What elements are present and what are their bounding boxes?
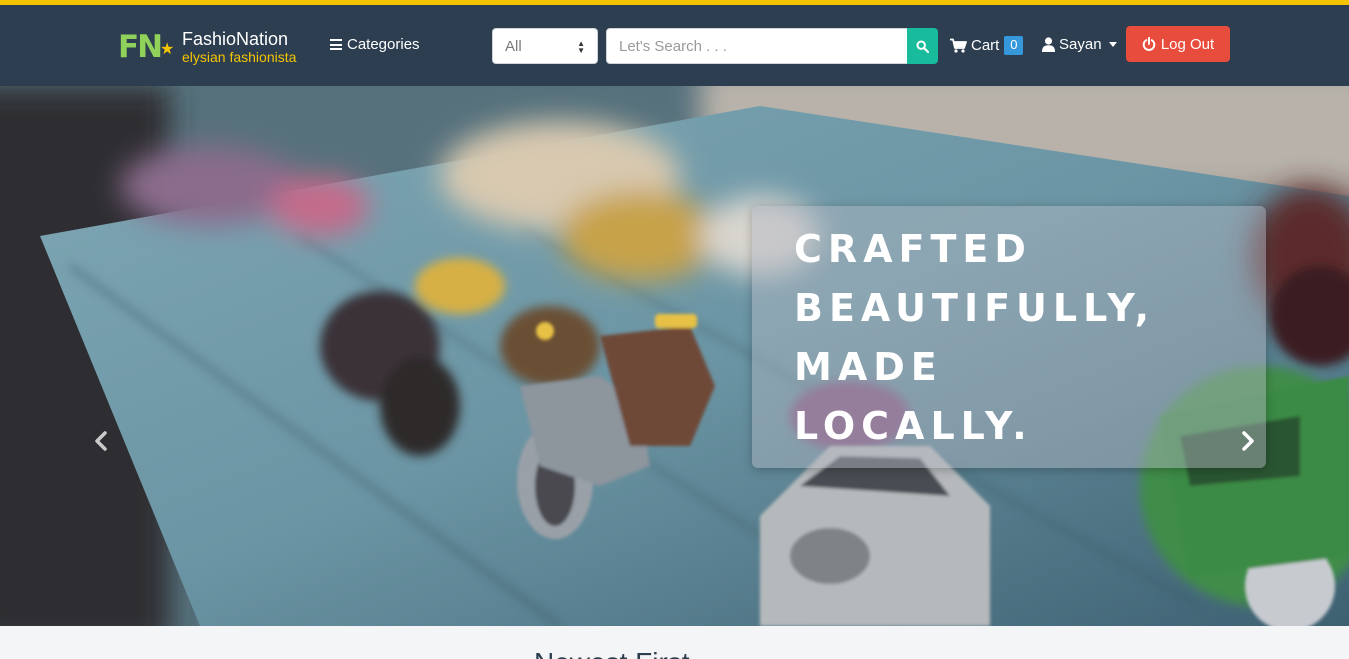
chevron-right-icon [1242,431,1254,451]
user-menu[interactable]: Sayan [1042,36,1117,53]
menu-bars-icon [330,39,342,50]
brand-monogram: FN [118,29,163,65]
star-icon: ★ [160,41,175,58]
categories-label: Categories [347,36,420,53]
newest-section: Newest First [0,626,1349,659]
categories-menu[interactable]: Categories [330,36,420,53]
cart-label: Cart [971,37,1000,54]
cart-count-badge: 0 [1004,36,1024,55]
chevron-left-icon [95,431,107,451]
logout-button[interactable]: Log Out [1126,26,1230,62]
search-icon [916,39,929,53]
power-icon [1142,37,1156,51]
hero-carousel: CRAFTED BEAUTIFULLY, MADE LOCALLY. [0,86,1349,626]
brand-tagline: elysian fashionista [182,49,297,65]
cart-icon [950,38,967,53]
brand-text: FashioNation elysian fashionista [182,29,296,65]
search-button[interactable] [907,28,938,64]
caption-line: CRAFTED [794,227,1032,271]
user-name: Sayan [1059,36,1102,53]
caret-down-icon [1108,42,1117,47]
caption-line: LOCALLY. [794,404,1033,448]
carousel-prev-button[interactable] [86,426,116,456]
brand-logo[interactable]: FN ★ FashioNation elysian fashionista [118,29,296,69]
caption-line: MADE [794,345,943,389]
user-icon [1042,37,1055,52]
select-arrows-icon: ▲ ▼ [577,39,585,55]
carousel-caption: CRAFTED BEAUTIFULLY, MADE LOCALLY. [752,206,1266,468]
search-input[interactable] [606,28,908,64]
cart-link[interactable]: Cart 0 [950,36,1024,55]
section-heading: Newest First [534,647,690,659]
category-select[interactable]: All ▲ ▼ [492,28,598,64]
logout-label: Log Out [1160,35,1215,53]
caption-line: BEAUTIFULLY, [794,286,1156,330]
brand-name: FashioNation [182,29,289,49]
carousel-next-button[interactable] [1233,426,1263,456]
brand-mark: FN ★ [118,29,176,69]
category-select-value: All [505,37,522,55]
navbar: FN ★ FashioNation elysian fashionista Ca… [0,5,1349,86]
